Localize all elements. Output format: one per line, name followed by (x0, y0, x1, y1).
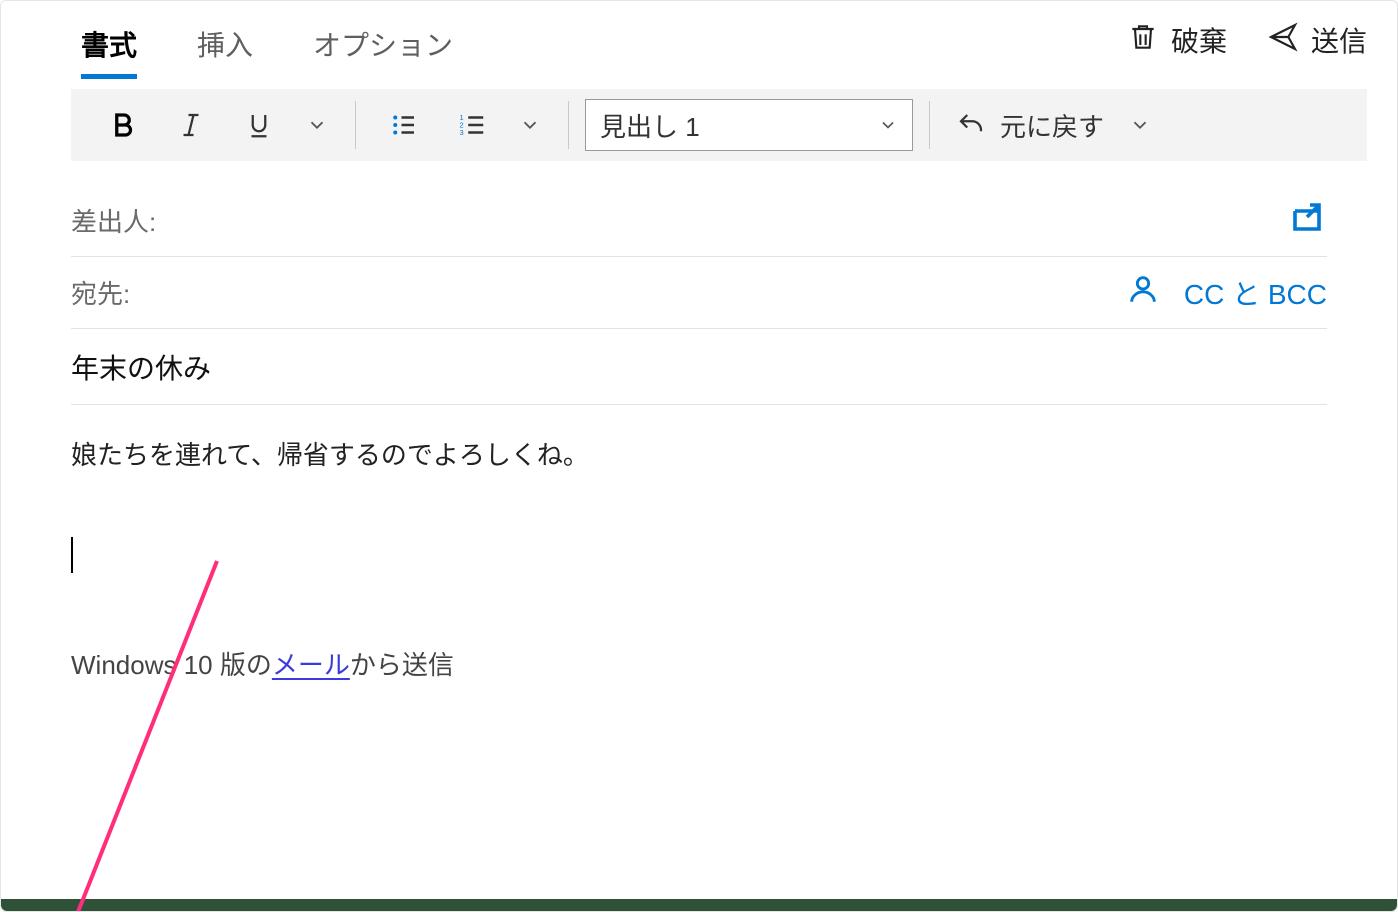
discard-label: 破棄 (1171, 20, 1227, 60)
separator (929, 101, 930, 149)
italic-button[interactable] (159, 97, 223, 153)
list-more-dropdown[interactable] (508, 103, 552, 147)
bottom-bar (1, 899, 1397, 911)
message-body[interactable]: 娘たちを連れて、帰省するのでよろしくね。 Windows 10 版のメールから送… (71, 405, 1327, 687)
pick-contact-button[interactable] (1126, 272, 1160, 313)
open-new-window-button[interactable] (1287, 199, 1327, 242)
format-ribbon: 1 2 3 見出し 1 元に戻す (71, 89, 1367, 161)
person-icon (1126, 272, 1160, 306)
italic-icon (176, 110, 206, 140)
trash-icon (1127, 21, 1159, 60)
chevron-down-icon (519, 114, 541, 136)
numbered-list-button[interactable]: 1 2 3 (440, 97, 504, 153)
undo-more-dropdown[interactable] (1118, 103, 1162, 147)
separator (355, 101, 356, 149)
bold-icon (108, 110, 138, 140)
to-label: 宛先: (71, 274, 191, 311)
subject-row[interactable]: 年末の休み (71, 329, 1327, 405)
menubar: 書式 挿入 オプション 破棄 送信 (1, 1, 1397, 79)
header-fields: 差出人: 宛先: CC と BCC 年末の休み 娘たちを連れて、帰省するので (1, 161, 1397, 687)
tab-options[interactable]: オプション (313, 24, 453, 79)
font-more-dropdown[interactable] (295, 103, 339, 147)
tabs: 書式 挿入 オプション (81, 1, 453, 79)
to-row[interactable]: 宛先: CC と BCC (71, 257, 1327, 329)
tab-format[interactable]: 書式 (81, 24, 137, 79)
signature-prefix: Windows 10 版の (71, 650, 272, 680)
chevron-down-icon (878, 115, 898, 135)
send-label: 送信 (1311, 20, 1367, 60)
discard-button[interactable]: 破棄 (1127, 20, 1227, 60)
heading-style-select[interactable]: 見出し 1 (585, 99, 913, 151)
tab-insert[interactable]: 挿入 (197, 24, 253, 79)
chevron-down-icon (1129, 114, 1151, 136)
signature-suffix: から送信 (350, 650, 454, 680)
send-icon (1267, 21, 1299, 60)
bullet-list-button[interactable] (372, 97, 436, 153)
bullet-list-icon (389, 110, 419, 140)
underline-button[interactable] (227, 97, 291, 153)
send-button[interactable]: 送信 (1267, 20, 1367, 60)
cc-bcc-button[interactable]: CC と BCC (1184, 273, 1327, 313)
body-line: 娘たちを連れて、帰省するのでよろしくね。 (71, 435, 1327, 477)
text-caret (71, 537, 73, 573)
undo-button[interactable]: 元に戻す (946, 107, 1114, 144)
svg-text:3: 3 (460, 128, 464, 137)
open-new-window-icon (1287, 199, 1327, 235)
heading-style-value: 見出し 1 (600, 107, 700, 144)
from-label: 差出人: (71, 202, 191, 239)
chevron-down-icon (306, 114, 328, 136)
signature-link[interactable]: メール (272, 650, 350, 680)
top-actions: 破棄 送信 (1127, 20, 1367, 60)
from-row[interactable]: 差出人: (71, 185, 1327, 257)
underline-icon (244, 110, 274, 140)
subject-text: 年末の休み (71, 347, 211, 387)
compose-window: 書式 挿入 オプション 破棄 送信 (0, 0, 1398, 912)
undo-label: 元に戻す (1000, 107, 1104, 144)
bold-button[interactable] (91, 97, 155, 153)
undo-icon (956, 110, 986, 140)
separator (568, 101, 569, 149)
signature: Windows 10 版のメールから送信 (71, 645, 1327, 687)
numbered-list-icon: 1 2 3 (457, 110, 487, 140)
